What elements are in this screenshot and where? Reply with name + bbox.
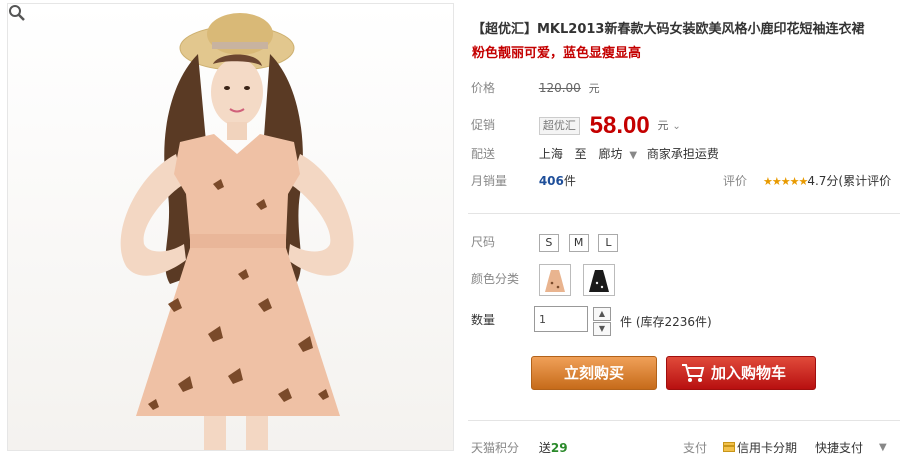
quantity-input[interactable]: 1 [534,306,588,332]
stock-text: 件 (库存2236件) [620,315,712,329]
zoom-icon[interactable] [8,4,26,22]
credit-card-icon [723,438,735,458]
chevron-down-icon[interactable]: ⌄ [672,121,680,132]
chevron-down-icon-footer[interactable]: ▼ [879,438,887,458]
product-image[interactable] [7,3,454,451]
quantity-increase-button[interactable]: ▲ [593,307,611,321]
points-label: 天猫积分 [471,441,520,455]
promo-price: 58.00 [589,111,650,139]
size-label: 尺码 [471,235,496,249]
cart-icon [682,364,705,382]
size-option-m[interactable]: M [568,234,589,252]
promo-row: 促销 超优汇 58.00 元 ⌄ [471,112,681,138]
sales-unit: 件 [563,174,576,188]
divider [468,213,900,214]
product-subtitle: 粉色靓丽可爱，蓝色显瘦显高 [472,46,642,61]
sales-count: 406 [538,174,564,188]
model-illustration [120,13,354,450]
product-info: 【超优汇】MKL2013新春款大码女装欧美风格小鹿印花短袖连衣裙 粉色靓丽可爱，… [468,0,900,455]
shipping-destination[interactable]: 廊坊 [599,147,623,161]
points-prefix: 送 [538,441,551,455]
promo-label: 促销 [471,118,496,132]
shipping-from: 上海 [538,147,563,161]
shipping-label: 配送 [471,147,496,161]
product-title[interactable]: 【超优汇】MKL2013新春款大码女装欧美风格小鹿印花短袖连衣裙 [472,18,900,37]
shipping-note: 商家承担运费 [646,147,719,161]
size-option-l[interactable]: L [598,234,619,252]
size-option-s[interactable]: S [538,234,559,252]
buy-now-button[interactable]: 立刻购买 [531,356,657,390]
rating-stars: ★★★★★ [763,175,808,188]
footer-row: 天猫积分 送29 支付 信用卡分期 快捷支付 ▼ [471,438,900,458]
color-swatch-black[interactable] [582,263,615,296]
shipping-to-word: 至 [574,147,587,161]
price-unit: 元 [588,82,600,95]
reviews-link[interactable]: (累计评价 [838,174,891,188]
promo-unit: 元 [657,119,669,132]
quickpay-link[interactable]: 快捷支付 [815,438,863,458]
pay-label: 支付 [683,441,708,455]
quantity-label: 数量 [471,313,496,327]
color-label: 颜色分类 [471,272,520,286]
original-price: 120.00 [538,81,581,95]
promo-badge: 超优汇 [538,116,580,135]
size-row: 尺码 S M L [471,232,624,252]
rating-label: 评价 [723,174,748,188]
sales-row: 月销量 406件 评价 ★★★★★4.7分(累计评价 [471,171,900,191]
rating-score: 4.7分 [807,174,839,188]
price-row: 价格 120.00 元 [471,78,600,98]
shipping-row: 配送 上海 至 廊坊 ▼ 商家承担运费 [471,144,719,164]
credit-installment-link[interactable]: 信用卡分期 [737,438,797,458]
sales-label: 月销量 [471,174,508,188]
quantity-decrease-button[interactable]: ▼ [593,322,611,336]
points-value: 29 [550,441,568,455]
color-swatch-pink[interactable] [538,263,571,296]
divider-bottom [468,420,900,421]
price-label: 价格 [471,81,496,95]
add-to-cart-button[interactable]: 加入购物车 [666,356,816,390]
color-row: 颜色分类 [471,262,623,296]
triangle-down-icon[interactable]: ▼ [629,150,637,161]
add-to-cart-label: 加入购物车 [711,364,787,382]
